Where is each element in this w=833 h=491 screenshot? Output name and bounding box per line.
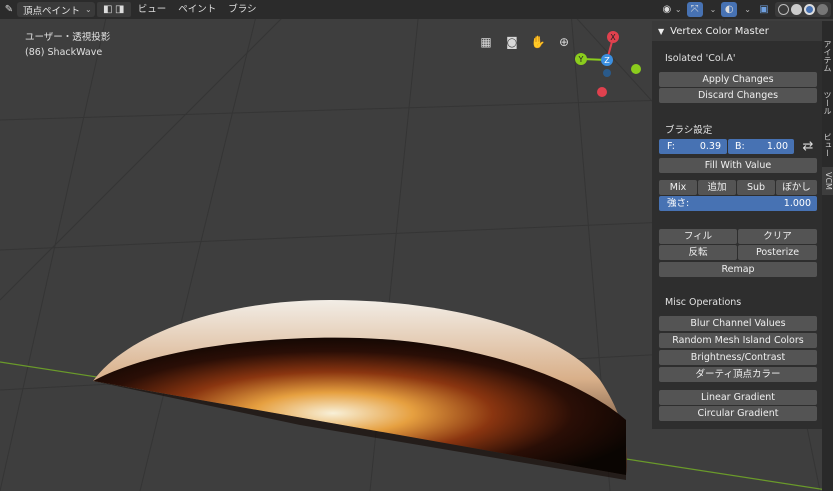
- vertex-mask-icon: ◨: [114, 4, 125, 15]
- chevron-down-icon: ⌄: [744, 5, 751, 14]
- discard-changes-button[interactable]: Discard Changes: [659, 88, 817, 103]
- rendered-shading-icon[interactable]: [817, 4, 828, 15]
- brush-settings-label: ブラシ設定: [665, 125, 713, 136]
- panel-title: Vertex Color Master: [670, 25, 769, 37]
- linear-gradient-button[interactable]: Linear Gradient: [659, 390, 817, 405]
- f-value-field[interactable]: F: 0.39: [659, 139, 727, 154]
- neg-x-handle: [597, 87, 607, 97]
- overlay-dropdown[interactable]: ⌄: [740, 2, 753, 17]
- sidebar-tabs: アイテム ツール ビュー VCM: [822, 21, 833, 491]
- strength-slider[interactable]: 強さ: 1.000: [659, 196, 817, 211]
- y-axis-label: Y: [578, 55, 584, 64]
- gizmo-dropdown[interactable]: ⌄: [706, 2, 719, 17]
- menu-paint[interactable]: ペイント: [173, 2, 221, 17]
- swap-colors-icon[interactable]: ⇄: [799, 138, 817, 155]
- dirty-vertex-colors-button[interactable]: ダーティ頂点カラー: [659, 367, 817, 382]
- view-name: ユーザー・透視投影: [25, 32, 111, 43]
- f-value: 0.39: [699, 141, 721, 152]
- tab-tool[interactable]: ツール: [822, 83, 833, 123]
- strength-label: 強さ:: [667, 198, 690, 209]
- gizmo-toggle[interactable]: ⤧: [686, 2, 703, 17]
- panel-header[interactable]: ▼ Vertex Color Master: [652, 21, 822, 41]
- xray-icon: ▣: [759, 3, 769, 15]
- chevron-down-icon: ⌄: [674, 5, 682, 14]
- menu-brush[interactable]: ブラシ: [223, 2, 261, 17]
- isolated-label: Isolated 'Col.A': [665, 53, 736, 64]
- b-value-field[interactable]: B: 1.00: [728, 139, 794, 154]
- tab-item[interactable]: アイテム: [822, 35, 833, 77]
- material-shading-icon[interactable]: [804, 4, 815, 15]
- z-axis-label: Z: [604, 56, 610, 65]
- viewport-header: ✎ 頂点ペイント ⌄ ◧ ◨ ビュー ペイント ブラシ ◉ ⌄ ⤧ ⌄ ◐ ⌄ ▣: [0, 0, 833, 19]
- b-label: B:: [735, 141, 745, 152]
- eye-icon: ◉: [662, 3, 672, 15]
- blend-blur-button[interactable]: ぼかし: [776, 180, 817, 195]
- blend-mix-button[interactable]: Mix: [659, 180, 697, 195]
- chevron-down-icon: ⌄: [85, 5, 92, 14]
- mode-label: 頂点ペイント: [23, 5, 81, 17]
- pan-hand-icon[interactable]: ✋: [529, 33, 547, 51]
- tab-view[interactable]: ビュー: [822, 127, 833, 163]
- vertex-color-master-panel: ▼ Vertex Color Master Isolated 'Col.A' A…: [652, 21, 822, 429]
- solid-shading-icon[interactable]: [791, 4, 802, 15]
- menu-view[interactable]: ビュー: [133, 2, 172, 17]
- brightness-contrast-button[interactable]: Brightness/Contrast: [659, 350, 817, 365]
- overlay-toggle[interactable]: ◐: [721, 2, 738, 17]
- clear-button[interactable]: クリア: [738, 229, 817, 244]
- neg-z-handle: [603, 69, 611, 77]
- chevron-down-icon: ⌄: [709, 5, 717, 14]
- random-mesh-island-colors-button[interactable]: Random Mesh Island Colors: [659, 333, 817, 348]
- blend-add-button[interactable]: 追加: [698, 180, 736, 195]
- gizmo-icon: ⤧: [690, 3, 699, 15]
- grid-toggle-icon[interactable]: ▦: [477, 33, 495, 51]
- wireframe-shading-icon[interactable]: [778, 4, 789, 15]
- strength-value: 1.000: [783, 198, 811, 209]
- overlay-icon: ◐: [724, 3, 734, 15]
- blend-sub-button[interactable]: Sub: [737, 180, 775, 195]
- mask-toggles[interactable]: ◧ ◨: [96, 2, 131, 17]
- face-mask-icon: ◧: [102, 4, 113, 15]
- vertex-paint-mode-icon: ✎: [4, 3, 14, 15]
- shading-modes[interactable]: [775, 2, 831, 17]
- b-value: 1.00: [766, 141, 788, 152]
- axis-gizmo[interactable]: X Y Z: [570, 28, 650, 100]
- collapse-triangle-icon[interactable]: ▼: [658, 27, 664, 36]
- mode-selector[interactable]: 頂点ペイント ⌄: [17, 2, 95, 17]
- blur-channel-values-button[interactable]: Blur Channel Values: [659, 316, 817, 331]
- misc-operations-label: Misc Operations: [665, 297, 742, 308]
- camera-icon[interactable]: ◙: [503, 33, 521, 51]
- f-label: F:: [667, 141, 675, 152]
- posterize-button[interactable]: Posterize: [738, 245, 817, 260]
- neg-y-handle: [631, 64, 641, 74]
- circular-gradient-button[interactable]: Circular Gradient: [659, 406, 817, 421]
- apply-changes-button[interactable]: Apply Changes: [659, 72, 817, 87]
- tab-vcm[interactable]: VCM: [822, 167, 833, 195]
- x-axis-label: X: [610, 33, 616, 42]
- object-name: (86) ShackWave: [25, 47, 103, 58]
- fill-button[interactable]: フィル: [659, 229, 737, 244]
- remap-button[interactable]: Remap: [659, 262, 817, 277]
- invert-button[interactable]: 反転: [659, 245, 737, 260]
- fill-with-value-button[interactable]: Fill With Value: [659, 158, 817, 173]
- header-right-tools: ◉ ⌄ ⤧ ⌄ ◐ ⌄ ▣: [659, 2, 831, 17]
- xray-toggle[interactable]: ▣: [756, 2, 772, 17]
- visibility-dropdown[interactable]: ◉ ⌄: [659, 2, 684, 17]
